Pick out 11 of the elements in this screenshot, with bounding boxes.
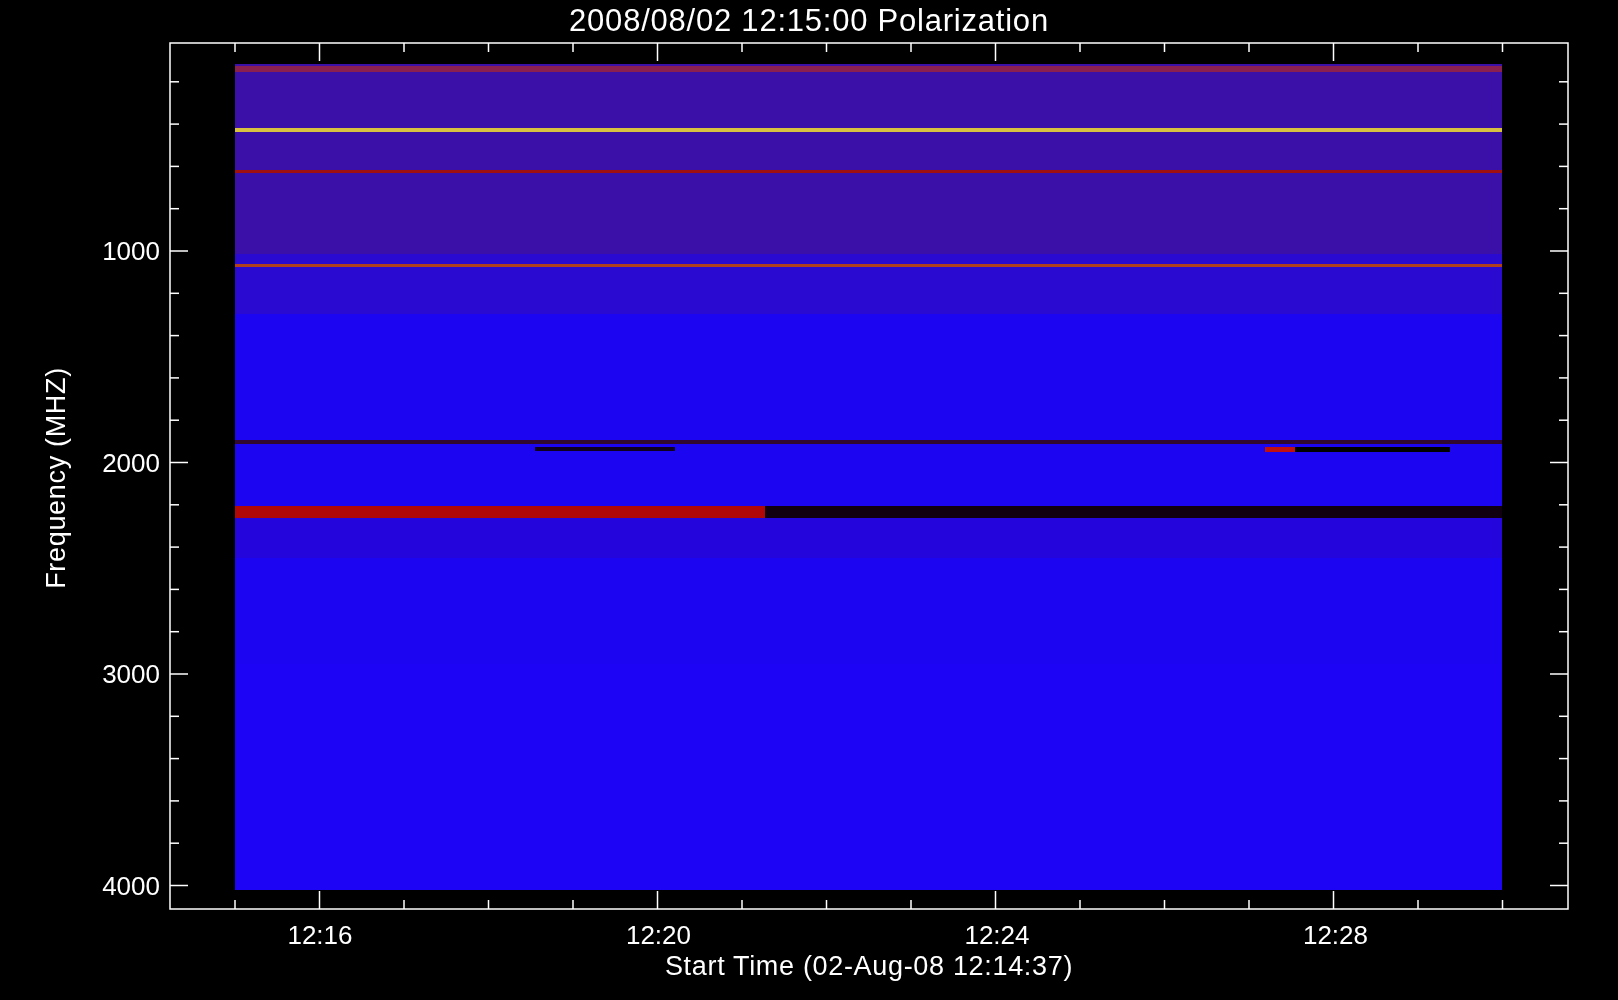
y-tick-label: 2000 [101, 447, 160, 478]
y-tick-label: 3000 [101, 659, 160, 689]
x-tick-label: 12:16 [286, 920, 354, 950]
x-tick-label: 12:28 [1301, 920, 1370, 950]
y-tick-label: 1000 [101, 236, 160, 266]
x-tick-label: 12:24 [963, 920, 1031, 950]
plot-title: 2008/08/02 12:15:00 Polarization [568, 2, 1050, 40]
x-tick-label: 12:20 [624, 920, 693, 950]
x-axis-label: Start Time (02-Aug-08 12:14:37) [663, 950, 1075, 982]
y-axis-label: Frequency (MHZ) [40, 367, 72, 589]
y-tick-label: 4000 [101, 870, 160, 901]
